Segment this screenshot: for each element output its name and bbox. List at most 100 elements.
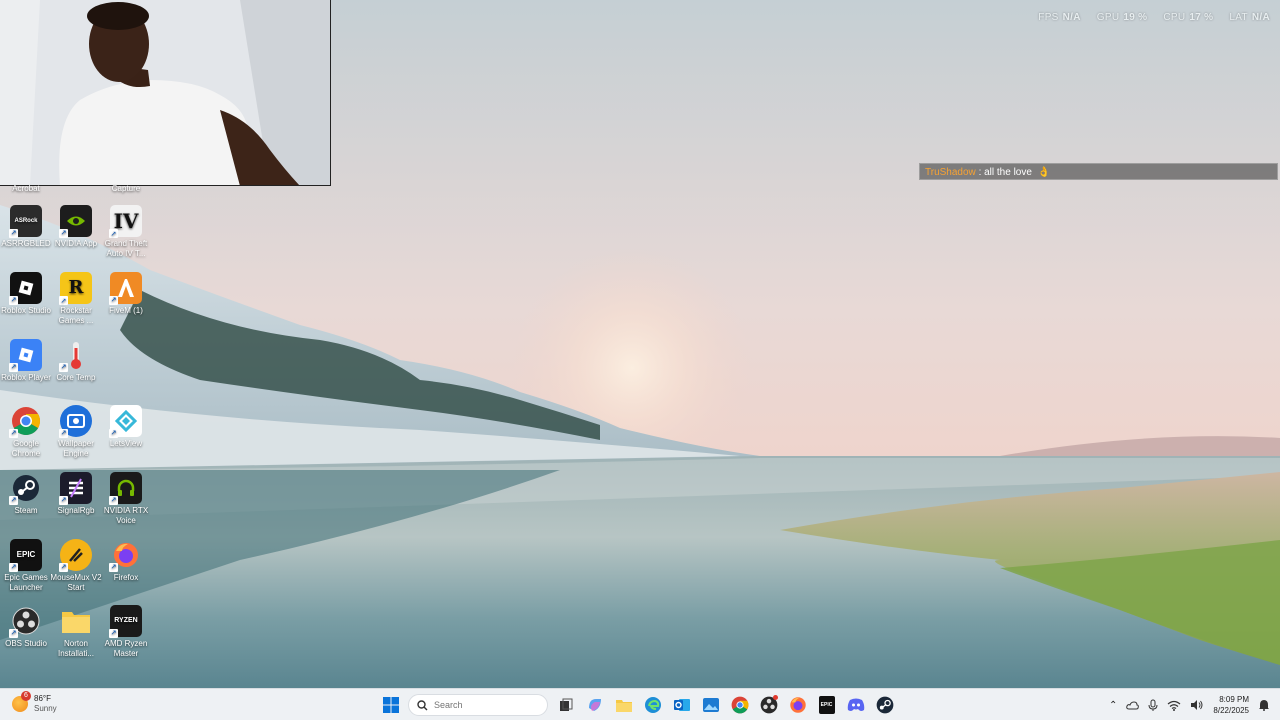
fps-stat: FPS N/A: [1038, 12, 1081, 23]
desktop-icon-signalrgb[interactable]: ↗ SignalRgb: [50, 472, 102, 516]
chevron-up-icon[interactable]: ⌃: [1109, 700, 1117, 711]
latency-stat: LAT N/A: [1229, 12, 1270, 23]
firefox-button[interactable]: [786, 694, 809, 717]
desktop-icon-fivem[interactable]: ↗ FiveM (1): [100, 272, 152, 316]
desktop-icon-gta-iv[interactable]: IV ↗ Grand Theft Auto IV T...: [100, 205, 152, 259]
thermometer-icon: ↗: [59, 339, 92, 372]
chat-message: TruShadow : all the love 👌: [919, 163, 1278, 180]
chrome-button[interactable]: [728, 694, 751, 717]
icon-label: Norton Installati...: [57, 639, 94, 658]
steam-taskbar-button[interactable]: [873, 694, 896, 717]
system-tray: ⌃ 8:09 PM 8/22/2025: [1109, 693, 1270, 717]
icon-label: Core Temp: [56, 373, 96, 382]
clock[interactable]: 8:09 PM 8/22/2025: [1213, 694, 1249, 716]
icon-label: AMD Ryzen Master: [104, 639, 148, 658]
nvidia-icon: ↗: [59, 205, 92, 238]
windows-icon: [382, 697, 399, 713]
cpu-stat: CPU 17 %: [1163, 12, 1214, 23]
copilot-button[interactable]: [583, 694, 606, 717]
wallpaper-engine-icon: ↗: [59, 405, 92, 438]
task-view-icon: [559, 698, 572, 711]
desktop-icon-steam[interactable]: ↗ Steam: [0, 472, 52, 516]
roblox-player-icon: ↗: [9, 339, 42, 372]
asrock-rgb-icon: ASRock ↗: [9, 205, 42, 238]
desktop-icon-letsview[interactable]: ↗ LetsView: [100, 405, 152, 449]
chrome-icon: ↗: [9, 405, 42, 438]
gpu-stat: GPU 19 %: [1096, 12, 1148, 23]
notification-bell-icon[interactable]: [1258, 699, 1270, 711]
epic-games-icon: EPIC: [818, 696, 835, 714]
clock-date: 8/22/2025: [1213, 706, 1249, 715]
epic-games-button[interactable]: EPIC: [815, 694, 838, 717]
desktop-icon-wallpaper-engine[interactable]: ↗ Wallpaper Engine: [50, 405, 102, 459]
desktop-icon-firefox[interactable]: ↗ Firefox: [100, 539, 152, 583]
desktop-icon-core-temp[interactable]: ↗ Core Temp: [50, 339, 102, 383]
icon-label: Roblox Studio: [1, 306, 51, 315]
desktop-icon-roblox-studio[interactable]: ↗ Roblox Studio: [0, 272, 52, 316]
photos-icon: [702, 698, 719, 712]
outlook-icon: [673, 699, 690, 711]
desktop-icon-google-chrome[interactable]: ↗ Google Chrome: [0, 405, 52, 459]
edge-icon: [644, 697, 661, 713]
wifi-icon[interactable]: [1167, 700, 1181, 711]
desktop-icon-epic-games[interactable]: EPIC ↗ Epic Games Launcher: [0, 539, 52, 593]
signalrgb-icon: ↗: [59, 472, 92, 505]
clock-time: 8:09 PM: [1219, 695, 1249, 704]
steam-icon: ↗: [9, 472, 42, 505]
roblox-studio-icon: ↗: [9, 272, 42, 305]
recording-indicator: [773, 694, 778, 700]
desktop-icon-rockstar[interactable]: R ↗ Rockstar Games ...: [50, 272, 102, 326]
epic-games-icon: EPIC ↗: [9, 539, 42, 572]
taskbar-search[interactable]: [408, 694, 548, 716]
desktop-icon-rtx-voice[interactable]: ↗ NVIDIA RTX Voice: [100, 472, 152, 526]
chat-username: TruShadow: [925, 167, 976, 178]
firefox-icon: ↗: [109, 539, 142, 572]
edge-button[interactable]: [641, 694, 664, 717]
start-button[interactable]: [379, 694, 402, 717]
letsview-icon: ↗: [109, 405, 142, 438]
taskbar: 6 86°F Sunny Search EPIC ⌃ 8:09 PM 8/22/…: [0, 688, 1280, 720]
task-view-button[interactable]: [554, 694, 577, 717]
taskbar-apps: EPIC: [379, 693, 896, 717]
desktop-icon-roblox-player[interactable]: ↗ Roblox Player: [0, 339, 52, 383]
icon-label: SignalRgb: [57, 506, 95, 515]
volume-icon[interactable]: [1190, 699, 1204, 711]
chat-separator: :: [978, 167, 982, 178]
search-input[interactable]: [434, 700, 534, 710]
microphone-icon[interactable]: [1148, 699, 1158, 712]
discord-button[interactable]: [844, 694, 867, 717]
weather-temp: 86°F: [34, 694, 51, 703]
desktop-icon-norton-installer[interactable]: Norton Installati...: [50, 605, 102, 659]
weather-widget[interactable]: 6 86°F Sunny: [12, 691, 57, 714]
desktop-icon-mousemux[interactable]: ↗ MouseMux V2 Start: [50, 539, 102, 593]
copilot-icon: [588, 699, 601, 711]
desktop-icon-asrrgbled[interactable]: ASRock ↗ ASRRGBLED: [0, 205, 52, 249]
desktop-icon-ryzen-master[interactable]: RYZEN ↗ AMD Ryzen Master: [100, 605, 152, 659]
desktop-label-capture[interactable]: Capture: [100, 184, 152, 193]
obs-taskbar-button[interactable]: [757, 694, 780, 717]
icon-label: Roblox Player: [1, 373, 51, 382]
desktop-icon-nvidia-app[interactable]: ↗ NVIDIA App: [50, 205, 102, 249]
photos-button[interactable]: [699, 694, 722, 717]
notification-badge: 6: [21, 691, 31, 701]
fivem-icon: ↗: [109, 272, 142, 305]
obs-icon: ↗: [9, 605, 42, 638]
outlook-button[interactable]: [670, 694, 693, 717]
icon-label: NVIDIA RTX Voice: [103, 506, 149, 525]
icon-label: FiveM (1): [109, 306, 143, 315]
desktop-icon-obs-studio[interactable]: ↗ OBS Studio: [0, 605, 52, 649]
performance-stats: FPS N/A GPU 19 % CPU 17 % LAT N/A: [1038, 12, 1270, 23]
desktop-label-acrobat[interactable]: Acrobat: [0, 184, 52, 193]
chat-text: all the love: [984, 167, 1032, 178]
icon-label: OBS Studio: [5, 639, 47, 648]
weather-condition: Sunny: [34, 704, 57, 713]
onedrive-icon[interactable]: [1126, 700, 1140, 710]
icon-label: Google Chrome: [11, 439, 41, 458]
steam-icon: [876, 696, 893, 714]
icon-label: Steam: [14, 506, 38, 515]
icon-label: Firefox: [113, 573, 139, 582]
icon-label: Rockstar Games ...: [58, 306, 94, 325]
file-explorer-button[interactable]: [612, 694, 635, 717]
icon-label: ASRRGBLED: [1, 239, 51, 248]
folder-icon: [60, 605, 92, 637]
